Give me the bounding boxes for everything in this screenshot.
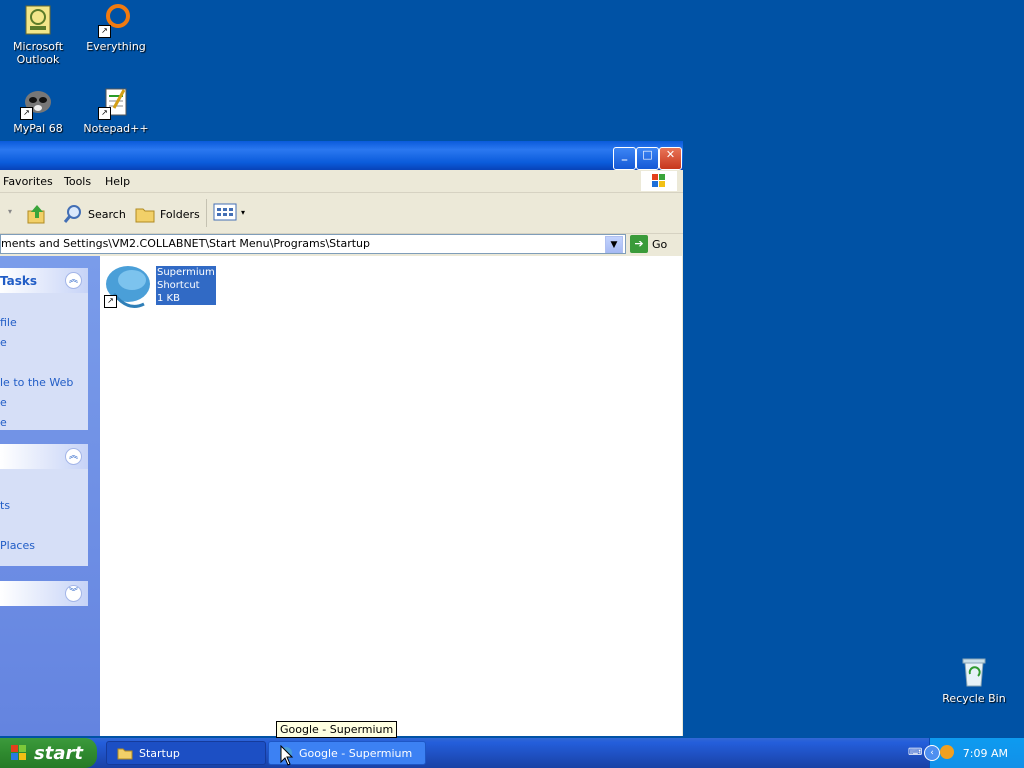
task-panel-2: ︽ ts Places: [0, 444, 88, 566]
address-bar: ments and Settings\VM2.COLLABNET\Start M…: [0, 234, 683, 256]
taskbar-button-startup[interactable]: Startup: [106, 741, 266, 765]
toolbar-separator: [206, 199, 207, 227]
outlook-icon: [22, 4, 54, 36]
mouse-cursor-icon: [280, 745, 294, 766]
windows-logo-icon: [641, 171, 677, 191]
start-button[interactable]: start: [0, 738, 97, 768]
file-size: 1 KB: [157, 293, 180, 304]
tray-app-icon[interactable]: [940, 745, 954, 759]
shortcut-arrow-icon: ↗: [98, 107, 111, 120]
folders-button[interactable]: Folders: [134, 203, 200, 225]
address-text: ments and Settings\VM2.COLLABNET\Start M…: [1, 237, 370, 250]
desktop-icon-outlook[interactable]: Microsoft Outlook: [0, 4, 76, 66]
mypal-icon: ↗: [20, 86, 54, 120]
file-type: Shortcut: [157, 280, 200, 291]
views-dropdown-icon: ▾: [241, 207, 246, 217]
task-panel-1-title: Tasks: [0, 274, 38, 288]
menu-favorites[interactable]: Favorites: [3, 175, 53, 188]
up-arrow-icon: [27, 205, 45, 224]
desktop-icon-label: Recycle Bin: [942, 692, 1006, 705]
maximize-button[interactable]: □: [636, 147, 659, 170]
clock[interactable]: 7:09 AM: [963, 747, 1008, 760]
desktop-icon-notepadpp[interactable]: ↗ Notepad++: [78, 86, 154, 135]
file-name: Supermium: [157, 267, 215, 278]
toolbar: ▾ Search Folders ▾: [0, 193, 683, 234]
desktop-icon-label: Notepad++: [83, 122, 149, 135]
keyboard-icon[interactable]: ⌨: [908, 747, 922, 758]
search-label: Search: [88, 207, 126, 221]
task-pane: Tasks ︽ file e le to the Web e e ︽ ts Pl…: [0, 256, 100, 736]
taskbar: start Startup Google - Supermium ⌨ ‹ 7:0…: [0, 738, 1024, 768]
go-button[interactable]: ➔ Go: [630, 235, 667, 253]
shortcut-arrow-icon: ↗: [104, 295, 117, 308]
folder-icon: [135, 208, 155, 223]
search-button[interactable]: Search: [62, 203, 126, 225]
desktop-icon-label: Microsoft Outlook: [12, 40, 64, 66]
go-arrow-icon: ➔: [630, 235, 648, 253]
task-link[interactable]: Places: [0, 539, 35, 552]
menu-bar: Favorites Tools Help: [0, 170, 683, 193]
taskbar-button-label: Google - Supermium: [299, 746, 413, 760]
file-label[interactable]: Supermium Shortcut 1 KB: [156, 266, 216, 305]
task-link[interactable]: e: [0, 396, 7, 409]
views-icon: [213, 203, 237, 221]
folders-label: Folders: [160, 207, 200, 221]
shortcut-arrow-icon: ↗: [20, 107, 33, 120]
close-button[interactable]: ✕: [659, 147, 682, 170]
minimize-button[interactable]: _: [613, 147, 636, 170]
chevron-up-icon[interactable]: ︽: [65, 448, 82, 465]
desktop-icon-label: MyPal 68: [13, 122, 63, 135]
search-icon: [63, 205, 81, 223]
task-link[interactable]: e: [0, 416, 7, 429]
address-dropdown-button[interactable]: ▼: [605, 236, 623, 253]
shortcut-arrow-icon: ↗: [98, 25, 111, 38]
everything-icon: ↗: [98, 4, 132, 38]
start-label: start: [34, 742, 83, 764]
file-list-area[interactable]: ↗ Supermium Shortcut 1 KB: [100, 256, 682, 736]
go-label: Go: [652, 237, 668, 251]
up-folder-button[interactable]: [26, 203, 48, 225]
taskbar-button-label: Startup: [139, 746, 180, 760]
windows-flag-icon: [11, 745, 26, 760]
system-tray: ⌨ ‹ 7:09 AM: [908, 738, 1024, 768]
task-link[interactable]: e: [0, 336, 7, 349]
task-link[interactable]: le to the Web: [0, 376, 73, 389]
supermium-shortcut-icon[interactable]: ↗: [104, 264, 152, 312]
address-field[interactable]: ments and Settings\VM2.COLLABNET\Start M…: [0, 234, 626, 254]
task-panel-3-header[interactable]: ︾: [0, 581, 88, 606]
task-link[interactable]: ts: [0, 499, 10, 512]
task-panel-1-header[interactable]: Tasks ︽: [0, 268, 88, 293]
folder-icon: [117, 748, 133, 760]
task-panel-3: ︾: [0, 581, 88, 606]
window-titlebar[interactable]: _ □ ✕: [0, 141, 683, 170]
notepadpp-icon: ↗: [98, 86, 132, 120]
chevron-down-icon[interactable]: ︾: [65, 585, 82, 602]
task-link[interactable]: file: [0, 316, 17, 329]
explorer-window[interactable]: _ □ ✕ Favorites Tools Help ▾ Search Fold…: [0, 141, 683, 736]
task-panel-1: Tasks ︽ file e le to the Web e e: [0, 268, 88, 430]
chevron-up-icon[interactable]: ︽: [65, 272, 82, 289]
menu-tools[interactable]: Tools: [64, 175, 91, 188]
back-dropdown-icon[interactable]: ▾: [8, 207, 12, 216]
menu-help[interactable]: Help: [105, 175, 130, 188]
taskbar-tooltip: Google - Supermium: [276, 721, 398, 738]
desktop-icon-label: Everything: [86, 40, 146, 53]
show-hidden-icons-icon[interactable]: ‹: [924, 745, 940, 761]
task-panel-2-header[interactable]: ︽: [0, 444, 88, 469]
desktop-icon-recycle-bin[interactable]: Recycle Bin: [938, 656, 1010, 705]
recycle-bin-icon: [958, 656, 990, 688]
views-button[interactable]: ▾: [213, 203, 245, 221]
desktop-icon-everything[interactable]: ↗ Everything: [78, 4, 154, 53]
desktop-icon-mypal[interactable]: ↗ MyPal 68: [0, 86, 76, 135]
